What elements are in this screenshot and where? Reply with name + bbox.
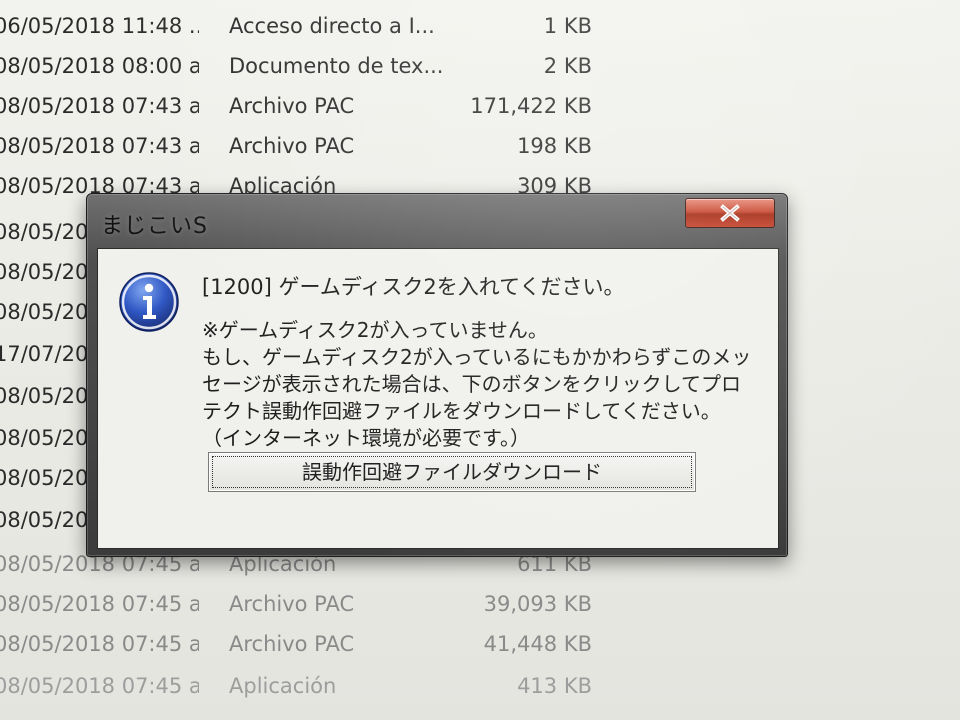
file-size: 39,093 KB bbox=[483, 592, 592, 616]
message-dialog: まじこいS [1200] ゲームディスク2を入れてください。 ※ゲームディスク2… bbox=[86, 193, 788, 557]
file-size: 41,448 KB bbox=[483, 632, 592, 656]
message-body: ※ゲームディスク2が入っていません。 もし、ゲームディスク2が入っているにもかか… bbox=[202, 317, 767, 452]
file-row[interactable]: 08/05/2018 07:45 a... Archivo PAC 39,093… bbox=[0, 584, 960, 624]
download-button[interactable]: 誤動作回避ファイルダウンロード bbox=[208, 452, 696, 492]
file-size: 198 KB bbox=[517, 134, 592, 158]
file-date: 06/05/2018 11:48 ... bbox=[0, 14, 199, 38]
file-size: 2 KB bbox=[543, 54, 592, 78]
message-line: もし、ゲームディスク2が入っているにもかかわらずこのメッ bbox=[202, 345, 752, 369]
file-type: Archivo PAC bbox=[229, 592, 355, 616]
message-line: セージが表示された場合は、下のボタンをクリックしてプロ bbox=[202, 372, 741, 396]
file-date: 08/05/2018 07:43 a... bbox=[0, 94, 199, 118]
message-line: テクト誤動作回避ファイルをダウンロードしてください。 bbox=[202, 399, 721, 423]
file-row[interactable]: 06/05/2018 11:48 ... Acceso directo a I.… bbox=[0, 6, 960, 46]
info-icon bbox=[119, 272, 179, 332]
file-row[interactable]: 08/05/2018 08:00 a... Documento de tex..… bbox=[0, 46, 960, 86]
file-type: Archivo PAC bbox=[229, 632, 355, 656]
file-type: Archivo PAC bbox=[229, 134, 355, 158]
file-row[interactable]: 08/05/2018 07:43 a... Archivo PAC 171,42… bbox=[0, 86, 960, 126]
file-size: 1 KB bbox=[543, 14, 592, 38]
close-icon bbox=[720, 204, 740, 222]
message-line: ※ゲームディスク2が入っていません。 bbox=[202, 318, 548, 342]
file-type: Documento de tex... bbox=[229, 54, 444, 78]
dialog-content: [1200] ゲームディスク2を入れてください。 ※ゲームディスク2が入っていま… bbox=[97, 248, 779, 549]
dialog-title: まじこいS bbox=[101, 214, 208, 239]
file-type: Acceso directo a I... bbox=[229, 14, 435, 38]
message-line: （インターネット環境が必要です。） bbox=[202, 426, 530, 450]
close-button[interactable] bbox=[685, 198, 775, 228]
file-row[interactable]: 08/05/2018 07:45 a... Archivo PAC 41,448… bbox=[0, 624, 960, 664]
screen: 06/05/2018 11:48 ... Acceso directo a I.… bbox=[0, 0, 960, 720]
file-row[interactable]: 08/05/2018 07:43 a... Archivo PAC 198 KB bbox=[0, 126, 960, 166]
file-type: Aplicación bbox=[229, 674, 337, 698]
file-date: 08/05/2018 07:45 a... bbox=[0, 592, 199, 616]
file-date: 08/05/2018 07:43 a... bbox=[0, 134, 199, 158]
file-date: 08/05/2018 07:45 a... bbox=[0, 632, 199, 656]
message-heading: [1200] ゲームディスク2を入れてください。 bbox=[202, 275, 625, 299]
file-size: 413 KB bbox=[517, 674, 592, 698]
file-size: 171,422 KB bbox=[470, 94, 592, 118]
file-row[interactable]: 08/05/2018 07:45 a... Aplicación 413 KB bbox=[0, 666, 960, 706]
file-date: 08/05/2018 08:00 a... bbox=[0, 54, 199, 78]
file-date: 08/05/2018 07:45 a... bbox=[0, 674, 199, 698]
file-type: Archivo PAC bbox=[229, 94, 355, 118]
